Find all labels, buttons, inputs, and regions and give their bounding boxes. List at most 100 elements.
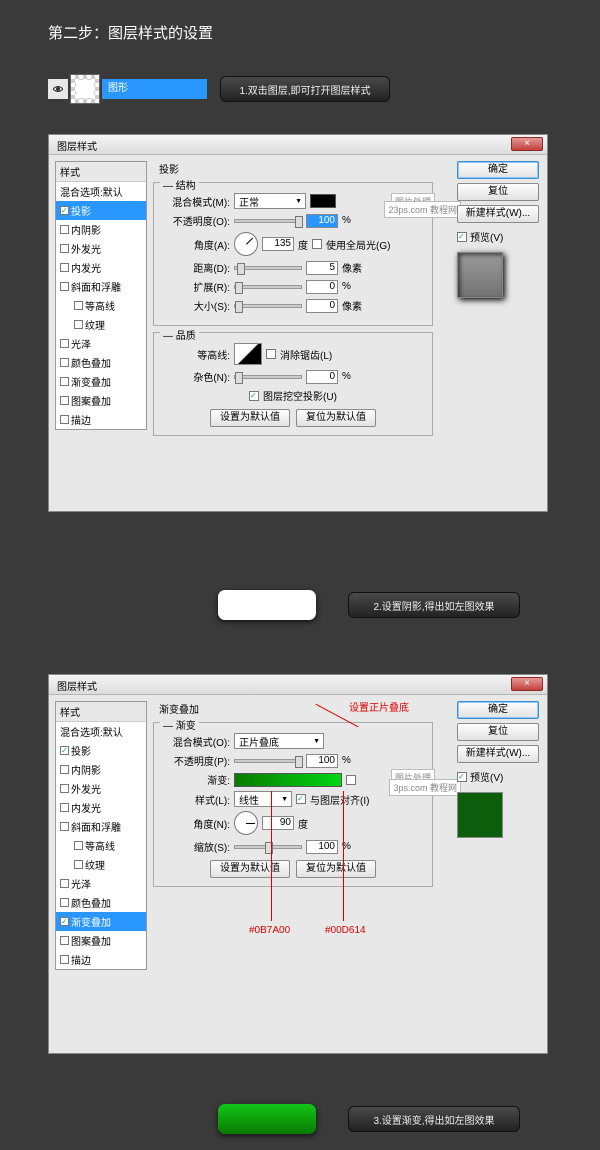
align-checkbox[interactable] (296, 794, 306, 804)
checkbox-icon[interactable] (60, 415, 69, 424)
checkbox-icon[interactable] (74, 301, 83, 310)
style-row-bevel[interactable]: 斜面和浮雕 (56, 817, 146, 836)
angle-input[interactable]: 90 (262, 816, 294, 830)
reset-default-button[interactable]: 复位为默认值 (296, 409, 376, 427)
checkbox-icon[interactable] (60, 282, 69, 291)
contour-picker[interactable] (234, 343, 262, 365)
style-row-color-overlay[interactable]: 颜色叠加 (56, 893, 146, 912)
style-row-inner-shadow[interactable]: 内阴影 (56, 220, 146, 239)
angle-input[interactable]: 135 (262, 237, 294, 251)
new-style-button[interactable]: 新建样式(W)... (457, 205, 539, 223)
style-row-texture[interactable]: 纹理 (56, 855, 146, 874)
style-row-inner-shadow[interactable]: 内阴影 (56, 760, 146, 779)
ok-button[interactable]: 确定 (457, 161, 539, 179)
style-row-drop-shadow[interactable]: 投影 (56, 741, 146, 760)
style-row-pattern-overlay[interactable]: 图案叠加 (56, 391, 146, 410)
style-row-satin[interactable]: 光泽 (56, 334, 146, 353)
cancel-button[interactable]: 复位 (457, 723, 539, 741)
reset-default-button[interactable]: 复位为默认值 (296, 860, 376, 878)
style-row-texture[interactable]: 纹理 (56, 315, 146, 334)
style-row-inner-glow[interactable]: 内发光 (56, 798, 146, 817)
spread-input[interactable]: 0 (306, 280, 338, 294)
checkbox-icon[interactable] (60, 879, 69, 888)
noise-input[interactable]: 0 (306, 370, 338, 384)
checkbox-icon[interactable] (60, 377, 69, 386)
set-default-button[interactable]: 设置为默认值 (210, 409, 290, 427)
angle-dial[interactable] (234, 232, 258, 256)
gradient-style-select[interactable]: 线性 (234, 791, 292, 807)
style-row-gradient-overlay[interactable]: 渐变叠加 (56, 912, 146, 931)
close-icon[interactable]: × (511, 137, 543, 151)
angle-dial[interactable] (234, 811, 258, 835)
distance-input[interactable]: 5 (306, 261, 338, 275)
style-row-inner-glow[interactable]: 内发光 (56, 258, 146, 277)
checkbox-icon[interactable] (60, 339, 69, 348)
checkbox-icon[interactable] (60, 396, 69, 405)
checkbox-icon[interactable] (60, 822, 69, 831)
checkbox-icon[interactable] (74, 860, 83, 869)
close-icon[interactable]: × (511, 677, 543, 691)
checkbox-icon[interactable] (60, 263, 69, 272)
style-row-pattern-overlay[interactable]: 图案叠加 (56, 931, 146, 950)
style-row-contour[interactable]: 等高线 (56, 836, 146, 855)
checkbox-icon[interactable] (60, 358, 69, 367)
style-row-contour[interactable]: 等高线 (56, 296, 146, 315)
checkbox-icon[interactable] (60, 206, 69, 215)
checkbox-icon[interactable] (60, 765, 69, 774)
set-default-button[interactable]: 设置为默认值 (210, 860, 290, 878)
checkbox-icon[interactable] (60, 784, 69, 793)
preview-checkbox[interactable] (457, 232, 467, 242)
layer-name-label[interactable]: 图形 (102, 79, 207, 99)
style-row-drop-shadow[interactable]: 投影 (56, 201, 146, 220)
annotation-line-icon (271, 791, 272, 921)
reverse-checkbox[interactable] (346, 775, 356, 785)
style-row-outer-glow[interactable]: 外发光 (56, 779, 146, 798)
checkbox-icon[interactable] (74, 320, 83, 329)
opacity-input[interactable]: 100 (306, 214, 338, 228)
scale-label: 缩放(S): (162, 839, 230, 854)
style-row-stroke[interactable]: 描边 (56, 410, 146, 429)
blend-options-row[interactable]: 混合选项:默认 (56, 722, 146, 741)
new-style-button[interactable]: 新建样式(W)... (457, 745, 539, 763)
style-row-gradient-overlay[interactable]: 渐变叠加 (56, 372, 146, 391)
style-row-color-overlay[interactable]: 颜色叠加 (56, 353, 146, 372)
checkbox-icon[interactable] (74, 841, 83, 850)
blend-options-row[interactable]: 混合选项:默认 (56, 182, 146, 201)
style-row-satin[interactable]: 光泽 (56, 874, 146, 893)
global-light-checkbox[interactable] (312, 239, 322, 249)
antialias-checkbox[interactable] (266, 349, 276, 359)
gradient-picker[interactable] (234, 773, 342, 787)
size-slider[interactable] (234, 304, 302, 308)
spread-slider[interactable] (234, 285, 302, 289)
opacity-slider[interactable] (234, 759, 302, 763)
style-row-outer-glow[interactable]: 外发光 (56, 239, 146, 258)
checkbox-icon[interactable] (60, 936, 69, 945)
dialog-titlebar[interactable]: 图层样式 × (49, 135, 547, 155)
knockout-checkbox[interactable] (249, 391, 259, 401)
ok-button[interactable]: 确定 (457, 701, 539, 719)
checkbox-icon[interactable] (60, 955, 69, 964)
blend-mode-select[interactable]: 正片叠底 (234, 733, 324, 749)
checkbox-icon[interactable] (60, 746, 69, 755)
checkbox-icon[interactable] (60, 803, 69, 812)
size-input[interactable]: 0 (306, 299, 338, 313)
checkbox-icon[interactable] (60, 917, 69, 926)
checkbox-icon[interactable] (60, 898, 69, 907)
scale-slider[interactable] (234, 845, 302, 849)
preview-checkbox[interactable] (457, 772, 467, 782)
scale-input[interactable]: 100 (306, 840, 338, 854)
noise-slider[interactable] (234, 375, 302, 379)
opacity-slider[interactable] (234, 219, 302, 223)
style-row-bevel[interactable]: 斜面和浮雕 (56, 277, 146, 296)
checkbox-icon[interactable] (60, 244, 69, 253)
blend-mode-select[interactable]: 正常 (234, 193, 306, 209)
layer-thumbnail[interactable] (70, 74, 100, 104)
opacity-input[interactable]: 100 (306, 754, 338, 768)
distance-slider[interactable] (234, 266, 302, 270)
shadow-color-swatch[interactable] (310, 194, 336, 208)
dialog-titlebar[interactable]: 图层样式 × (49, 675, 547, 695)
checkbox-icon[interactable] (60, 225, 69, 234)
visibility-eye-icon[interactable] (48, 79, 68, 99)
style-row-stroke[interactable]: 描边 (56, 950, 146, 969)
cancel-button[interactable]: 复位 (457, 183, 539, 201)
